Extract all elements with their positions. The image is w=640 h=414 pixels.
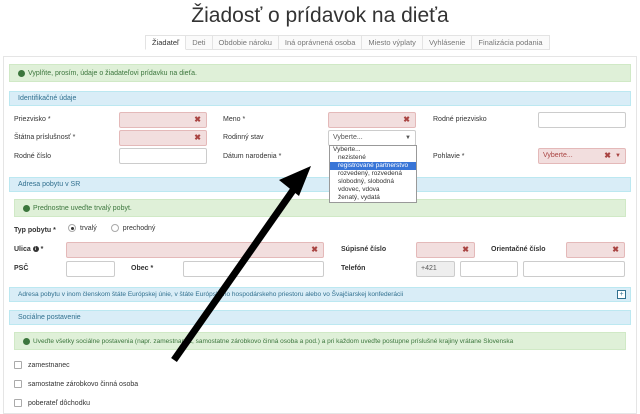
arrow-shaft (171, 183, 299, 363)
annotation-arrow (171, 166, 311, 363)
arrow-head (279, 166, 311, 196)
